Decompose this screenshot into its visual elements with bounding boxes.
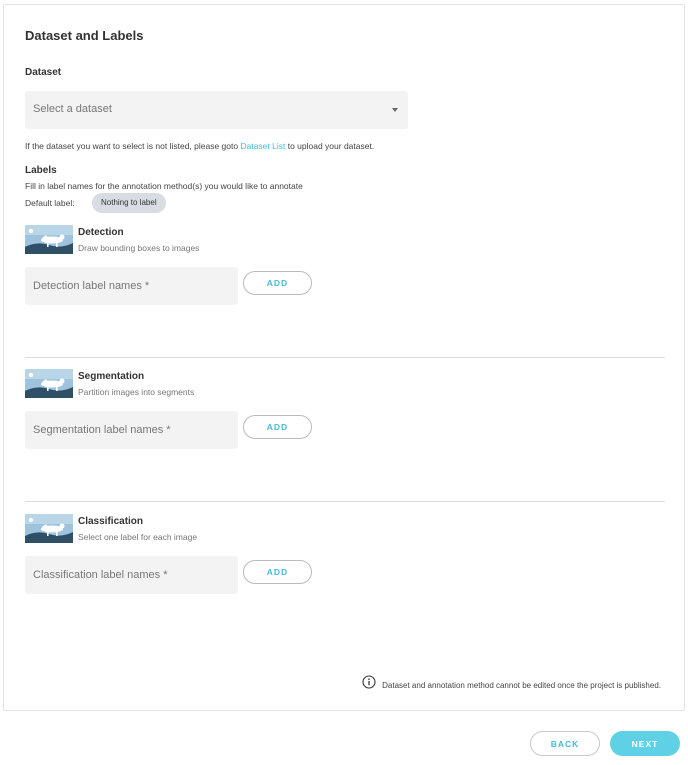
classification-thumbnail-image <box>25 514 73 543</box>
detection-label-input[interactable] <box>25 267 238 305</box>
default-label-chip: Nothing to label <box>92 193 166 213</box>
detection-add-button[interactable]: ADD <box>243 271 312 295</box>
detection-section: Detection Draw bounding boxes to images … <box>25 225 665 335</box>
segmentation-label-input[interactable] <box>25 411 238 449</box>
publish-notice: Dataset and annotation method cannot be … <box>362 675 661 690</box>
chevron-down-icon <box>392 108 398 112</box>
segmentation-add-button[interactable]: ADD <box>243 415 312 439</box>
segmentation-section: Segmentation Partition images into segme… <box>25 369 665 479</box>
dataset-labels-card: Dataset and Labels Dataset Select a data… <box>3 4 685 711</box>
dataset-hint-prefix: If the dataset you want to select is not… <box>25 141 241 151</box>
page-title: Dataset and Labels <box>25 28 144 43</box>
dataset-select-placeholder: Select a dataset <box>33 103 112 115</box>
segmentation-title: Segmentation <box>78 371 145 382</box>
classification-add-button[interactable]: ADD <box>243 560 312 584</box>
dataset-list-link[interactable]: Dataset List <box>240 141 285 151</box>
detection-thumbnail-image <box>25 225 73 254</box>
dataset-hint: If the dataset you want to select is not… <box>25 141 374 151</box>
segmentation-description: Partition images into segments <box>78 387 195 397</box>
detection-title: Detection <box>78 227 124 238</box>
detection-description: Draw bounding boxes to images <box>78 243 200 253</box>
info-icon <box>362 675 376 689</box>
default-label-text: Default label: <box>25 198 75 208</box>
labels-description: Fill in label names for the annotation m… <box>25 181 303 191</box>
classification-title: Classification <box>78 516 144 527</box>
publish-notice-text: Dataset and annotation method cannot be … <box>382 681 661 690</box>
dataset-select[interactable]: Select a dataset <box>25 91 408 129</box>
section-divider <box>25 357 665 358</box>
dataset-hint-suffix: to upload your dataset. <box>285 141 375 151</box>
classification-description: Select one label for each image <box>78 532 198 542</box>
back-button[interactable]: BACK <box>530 731 600 756</box>
labels-heading: Labels <box>25 165 57 176</box>
section-divider <box>25 501 665 502</box>
dataset-label: Dataset <box>25 67 62 78</box>
classification-section: Classification Select one label for each… <box>25 514 665 624</box>
classification-label-input[interactable] <box>25 556 238 594</box>
next-button[interactable]: NEXT <box>610 731 680 756</box>
segmentation-thumbnail-image <box>25 369 73 398</box>
